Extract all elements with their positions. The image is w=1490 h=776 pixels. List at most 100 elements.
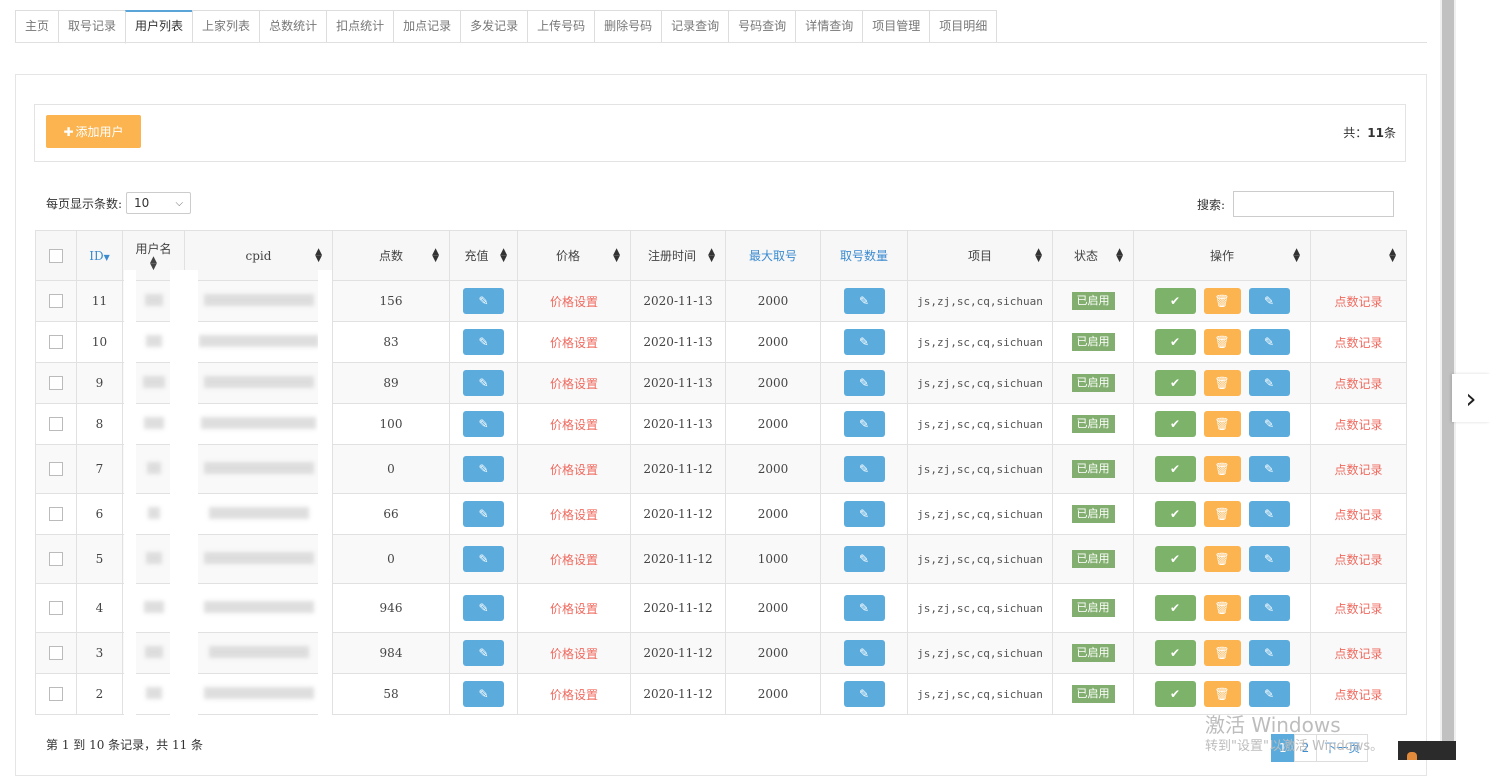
- select-all-header[interactable]: [35, 230, 77, 281]
- tab-12[interactable]: 详情查询: [795, 10, 863, 43]
- points-record-link[interactable]: 点数记录: [1334, 688, 1382, 702]
- points-record-link[interactable]: 点数记录: [1334, 647, 1382, 661]
- points-record-link[interactable]: 点数记录: [1334, 463, 1382, 477]
- price-settings-link[interactable]: 价格设置: [550, 647, 598, 661]
- trash-icon[interactable]: 🗑: [1203, 456, 1241, 482]
- edit-icon[interactable]: ✎: [463, 640, 504, 666]
- row-select-cell[interactable]: [35, 403, 77, 445]
- row-select-cell[interactable]: [35, 673, 77, 715]
- tab-9[interactable]: 删除号码: [594, 10, 662, 43]
- chevron-right-icon[interactable]: ›: [1452, 374, 1490, 422]
- header-max-take[interactable]: 最大取号: [725, 230, 821, 281]
- header-cpid[interactable]: cpid ▲ ▼: [184, 230, 333, 281]
- check-icon[interactable]: ✔: [1154, 411, 1196, 437]
- trash-icon[interactable]: 🗑: [1203, 546, 1241, 572]
- row-select-cell[interactable]: [35, 280, 77, 322]
- price-settings-link[interactable]: 价格设置: [550, 688, 598, 702]
- tab-14[interactable]: 项目明细: [929, 10, 998, 43]
- points-record-link[interactable]: 点数记录: [1334, 418, 1382, 432]
- row-checkbox[interactable]: [49, 294, 63, 309]
- trash-icon[interactable]: 🗑: [1203, 501, 1241, 527]
- header-actions[interactable]: 操作 ▲ ▼: [1133, 230, 1311, 281]
- tab-8[interactable]: 上传号码: [527, 10, 595, 43]
- price-settings-link[interactable]: 价格设置: [550, 336, 598, 350]
- check-icon[interactable]: ✔: [1154, 370, 1196, 396]
- points-record-link[interactable]: 点数记录: [1334, 508, 1382, 522]
- check-icon[interactable]: ✔: [1154, 501, 1196, 527]
- edit-icon[interactable]: ✎: [1248, 640, 1290, 666]
- header-id[interactable]: ID▼: [76, 230, 123, 281]
- edit-icon[interactable]: ✎: [843, 456, 885, 482]
- edit-icon[interactable]: ✎: [463, 681, 504, 707]
- tab-5[interactable]: 扣点统计: [326, 10, 394, 43]
- row-select-cell[interactable]: [35, 444, 77, 494]
- check-icon[interactable]: ✔: [1154, 595, 1196, 621]
- edit-icon[interactable]: ✎: [1248, 546, 1290, 572]
- tab-0[interactable]: 主页: [15, 10, 59, 43]
- row-select-cell[interactable]: [35, 321, 77, 363]
- select-all-checkbox[interactable]: [49, 248, 63, 263]
- edit-icon[interactable]: ✎: [1248, 501, 1290, 527]
- header-status[interactable]: 状态 ▲ ▼: [1052, 230, 1134, 281]
- trash-icon[interactable]: 🗑: [1203, 640, 1241, 666]
- check-icon[interactable]: ✔: [1154, 640, 1196, 666]
- trash-icon[interactable]: 🗑: [1203, 411, 1241, 437]
- tab-7[interactable]: 多发记录: [460, 10, 528, 43]
- row-checkbox[interactable]: [49, 376, 63, 391]
- tab-3[interactable]: 上家列表: [192, 10, 260, 43]
- points-record-link[interactable]: 点数记录: [1334, 336, 1382, 350]
- edit-icon[interactable]: ✎: [843, 546, 885, 572]
- edit-icon[interactable]: ✎: [1248, 370, 1290, 396]
- edit-icon[interactable]: ✎: [463, 288, 504, 314]
- header-recharge[interactable]: 充值 ▲ ▼: [449, 230, 518, 281]
- header-take-count[interactable]: 取号数量: [820, 230, 908, 281]
- edit-icon[interactable]: ✎: [1248, 595, 1290, 621]
- tab-6[interactable]: 加点记录: [393, 10, 461, 43]
- add-user-button[interactable]: ✚ 添加用户: [46, 115, 141, 148]
- edit-icon[interactable]: ✎: [1248, 329, 1290, 355]
- header-register-time[interactable]: 注册时间 ▲ ▼: [630, 230, 726, 281]
- edit-icon[interactable]: ✎: [1248, 411, 1290, 437]
- row-select-cell[interactable]: [35, 362, 77, 404]
- edit-icon[interactable]: ✎: [1248, 456, 1290, 482]
- edit-icon[interactable]: ✎: [843, 411, 885, 437]
- tab-10[interactable]: 记录查询: [661, 10, 729, 43]
- edit-icon[interactable]: ✎: [843, 329, 885, 355]
- edit-icon[interactable]: ✎: [843, 370, 885, 396]
- tab-1[interactable]: 取号记录: [58, 10, 126, 43]
- check-icon[interactable]: ✔: [1154, 681, 1196, 707]
- search-input[interactable]: [1233, 191, 1395, 217]
- price-settings-link[interactable]: 价格设置: [550, 553, 598, 567]
- row-checkbox[interactable]: [49, 507, 63, 522]
- check-icon[interactable]: ✔: [1154, 329, 1196, 355]
- price-settings-link[interactable]: 价格设置: [550, 295, 598, 309]
- row-select-cell[interactable]: [35, 583, 77, 633]
- price-settings-link[interactable]: 价格设置: [550, 463, 598, 477]
- points-record-link[interactable]: 点数记录: [1334, 602, 1382, 616]
- points-record-link[interactable]: 点数记录: [1334, 553, 1382, 567]
- row-select-cell[interactable]: [35, 534, 77, 584]
- tab-4[interactable]: 总数统计: [259, 10, 327, 43]
- trash-icon[interactable]: 🗑: [1203, 288, 1241, 314]
- edit-icon[interactable]: ✎: [843, 595, 885, 621]
- header-points[interactable]: 点数 ▲ ▼: [332, 230, 450, 281]
- edit-icon[interactable]: ✎: [463, 501, 504, 527]
- check-icon[interactable]: ✔: [1154, 288, 1196, 314]
- trash-icon[interactable]: 🗑: [1203, 370, 1241, 396]
- edit-icon[interactable]: ✎: [1248, 681, 1290, 707]
- edit-icon[interactable]: ✎: [843, 501, 885, 527]
- edit-icon[interactable]: ✎: [463, 411, 504, 437]
- edit-icon[interactable]: ✎: [843, 288, 885, 314]
- edit-icon[interactable]: ✎: [463, 370, 504, 396]
- edit-icon[interactable]: ✎: [1248, 288, 1290, 314]
- points-record-link[interactable]: 点数记录: [1334, 295, 1382, 309]
- row-checkbox[interactable]: [49, 687, 63, 702]
- row-checkbox[interactable]: [49, 601, 63, 616]
- header-price[interactable]: 价格 ▲ ▼: [517, 230, 631, 281]
- header-project[interactable]: 项目 ▲ ▼: [907, 230, 1053, 281]
- row-checkbox[interactable]: [49, 417, 63, 432]
- trash-icon[interactable]: 🗑: [1203, 681, 1241, 707]
- price-settings-link[interactable]: 价格设置: [550, 508, 598, 522]
- price-settings-link[interactable]: 价格设置: [550, 418, 598, 432]
- tab-13[interactable]: 项目管理: [862, 10, 930, 43]
